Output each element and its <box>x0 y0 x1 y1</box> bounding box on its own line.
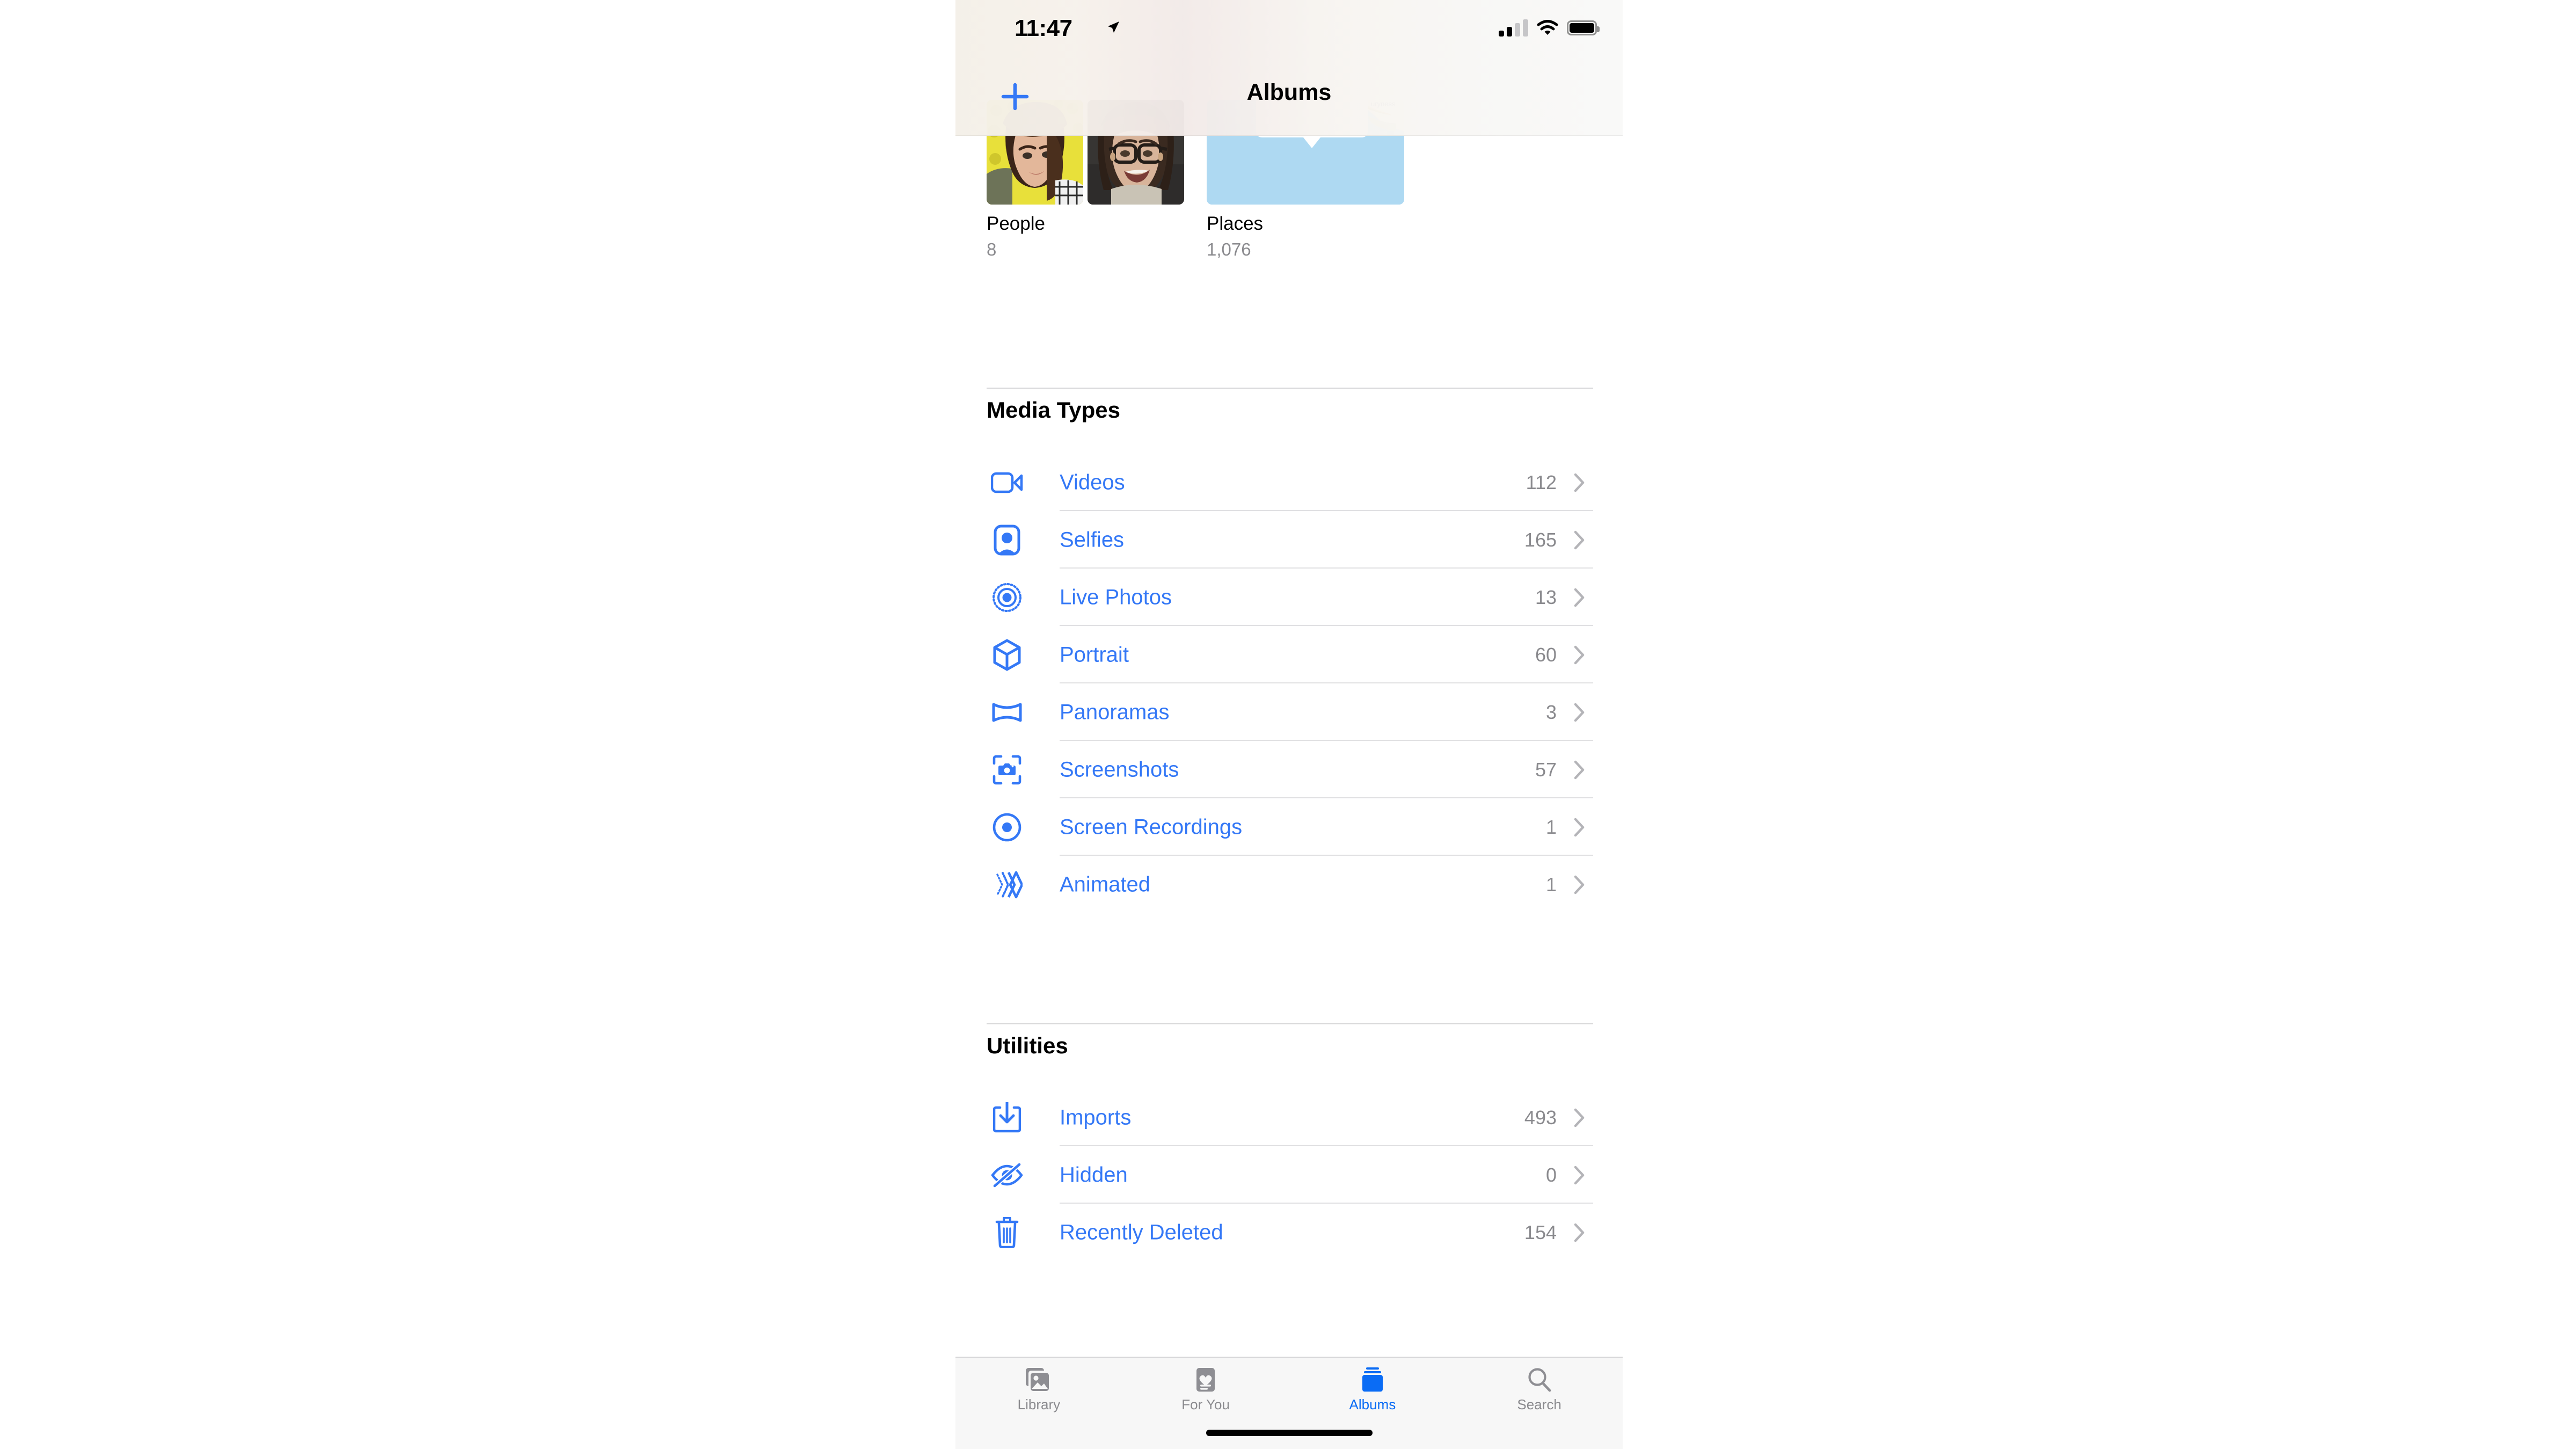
media-row-label: Live Photos <box>1060 585 1172 609</box>
utility-row-recently-deleted[interactable]: Recently Deleted 154 <box>987 1204 1593 1261</box>
media-row-panoramas[interactable]: Panoramas 3 <box>987 683 1593 741</box>
status-time: 11:47 <box>1015 15 1072 41</box>
chevron-right-icon <box>1574 530 1586 550</box>
utility-row-count: 0 <box>1545 1163 1557 1186</box>
screenshot-canvas: People 8 uryness <box>0 0 2576 1449</box>
wifi-icon <box>1537 20 1558 36</box>
media-row-selfies[interactable]: Selfies 165 <box>987 511 1593 569</box>
trash-icon <box>990 1215 1024 1250</box>
navigation-bar: Albums <box>955 54 1623 135</box>
tab-albums[interactable]: Albums <box>1289 1365 1456 1421</box>
utility-row-hidden[interactable]: Hidden 0 <box>987 1146 1593 1204</box>
chevron-right-icon <box>1574 1108 1586 1127</box>
import-tray-icon <box>990 1101 1024 1135</box>
media-row-count: 13 <box>1535 586 1557 608</box>
media-row-label: Screen Recordings <box>1060 815 1243 839</box>
media-row-label: Videos <box>1060 470 1125 494</box>
media-row-count: 60 <box>1535 643 1557 666</box>
selfie-person-icon <box>990 523 1024 557</box>
tab-label: Library <box>1017 1396 1061 1412</box>
chevron-right-icon <box>1574 1223 1586 1242</box>
utility-row-imports[interactable]: Imports 493 <box>987 1089 1593 1146</box>
chevron-right-icon <box>1574 703 1586 722</box>
media-row-screen-recordings[interactable]: Screen Recordings 1 <box>987 798 1593 856</box>
cellular-signal-icon <box>1499 19 1528 37</box>
media-row-animated[interactable]: Animated 1 <box>987 856 1593 913</box>
utility-row-label: Imports <box>1060 1105 1132 1129</box>
video-camera-icon <box>990 465 1024 500</box>
home-indicator <box>1206 1430 1373 1436</box>
tab-label: For You <box>1181 1396 1230 1412</box>
media-row-count: 57 <box>1535 758 1557 781</box>
panorama-icon <box>990 695 1024 730</box>
chevron-right-icon <box>1574 875 1586 894</box>
eye-slash-icon <box>990 1158 1024 1192</box>
status-bar: 11:47 <box>955 0 1623 54</box>
live-photo-icon <box>990 580 1024 615</box>
album-card-count: 8 <box>987 239 997 259</box>
chevron-right-icon <box>1574 818 1586 837</box>
media-row-screenshots[interactable]: Screenshots 57 <box>987 741 1593 798</box>
photos-library-icon <box>1025 1365 1053 1394</box>
chevron-right-icon <box>1574 645 1586 665</box>
phone-screen: People 8 uryness <box>955 0 1623 1449</box>
media-row-label: Animated <box>1060 872 1150 896</box>
album-card-title: People <box>987 213 1045 234</box>
media-row-label: Portrait <box>1060 643 1129 666</box>
screenshot-camera-icon <box>990 753 1024 787</box>
section-divider-utilities <box>987 1023 1593 1024</box>
media-row-label: Selfies <box>1060 528 1125 551</box>
battery-full-icon <box>1567 20 1600 35</box>
for-you-heart-icon <box>1195 1365 1216 1394</box>
location-arrow-icon <box>1106 20 1120 34</box>
albums-stack-icon <box>1361 1365 1384 1394</box>
section-divider-media-types <box>987 388 1593 389</box>
utility-row-label: Hidden <box>1060 1163 1128 1186</box>
cube-icon <box>990 638 1024 672</box>
media-row-portrait[interactable]: Portrait 60 <box>987 626 1593 683</box>
tab-for-you[interactable]: For You <box>1122 1365 1289 1421</box>
media-row-label: Panoramas <box>1060 700 1170 724</box>
media-row-count: 1 <box>1545 873 1557 895</box>
chevron-right-icon <box>1574 1166 1586 1185</box>
page-title: Albums <box>1246 79 1332 105</box>
media-row-count: 165 <box>1524 528 1557 551</box>
chevron-right-icon <box>1574 760 1586 780</box>
album-card-title: Places <box>1207 213 1264 234</box>
record-circle-icon <box>990 810 1024 844</box>
media-row-label: Screenshots <box>1060 758 1179 781</box>
media-row-live-photos[interactable]: Live Photos 13 <box>987 569 1593 626</box>
album-card-count: 1,076 <box>1207 239 1251 259</box>
chevron-right-icon <box>1574 588 1586 607</box>
tab-label: Search <box>1517 1396 1561 1412</box>
status-indicators <box>1499 19 1600 37</box>
tab-bar: Library For You Albums Search <box>955 1357 1623 1449</box>
tab-search[interactable]: Search <box>1456 1365 1623 1421</box>
chevron-right-icon <box>1574 473 1586 492</box>
media-row-videos[interactable]: Videos 112 <box>987 454 1593 511</box>
scroll-content[interactable]: People 8 uryness <box>955 0 1623 1358</box>
section-header-media-types: Media Types <box>987 397 1120 423</box>
media-row-count: 1 <box>1545 815 1557 838</box>
search-magnifier-icon <box>1527 1365 1552 1394</box>
tab-library[interactable]: Library <box>955 1365 1122 1421</box>
media-row-count: 3 <box>1545 701 1557 723</box>
app-header: 11:47 Albums <box>955 0 1623 136</box>
utility-row-count: 493 <box>1524 1106 1557 1128</box>
media-row-count: 112 <box>1526 471 1557 493</box>
section-header-utilities: Utilities <box>987 1033 1068 1058</box>
utility-row-label: Recently Deleted <box>1060 1220 1223 1244</box>
tab-label: Albums <box>1349 1396 1396 1412</box>
utility-row-count: 154 <box>1524 1221 1557 1243</box>
animated-layers-icon <box>990 868 1024 902</box>
